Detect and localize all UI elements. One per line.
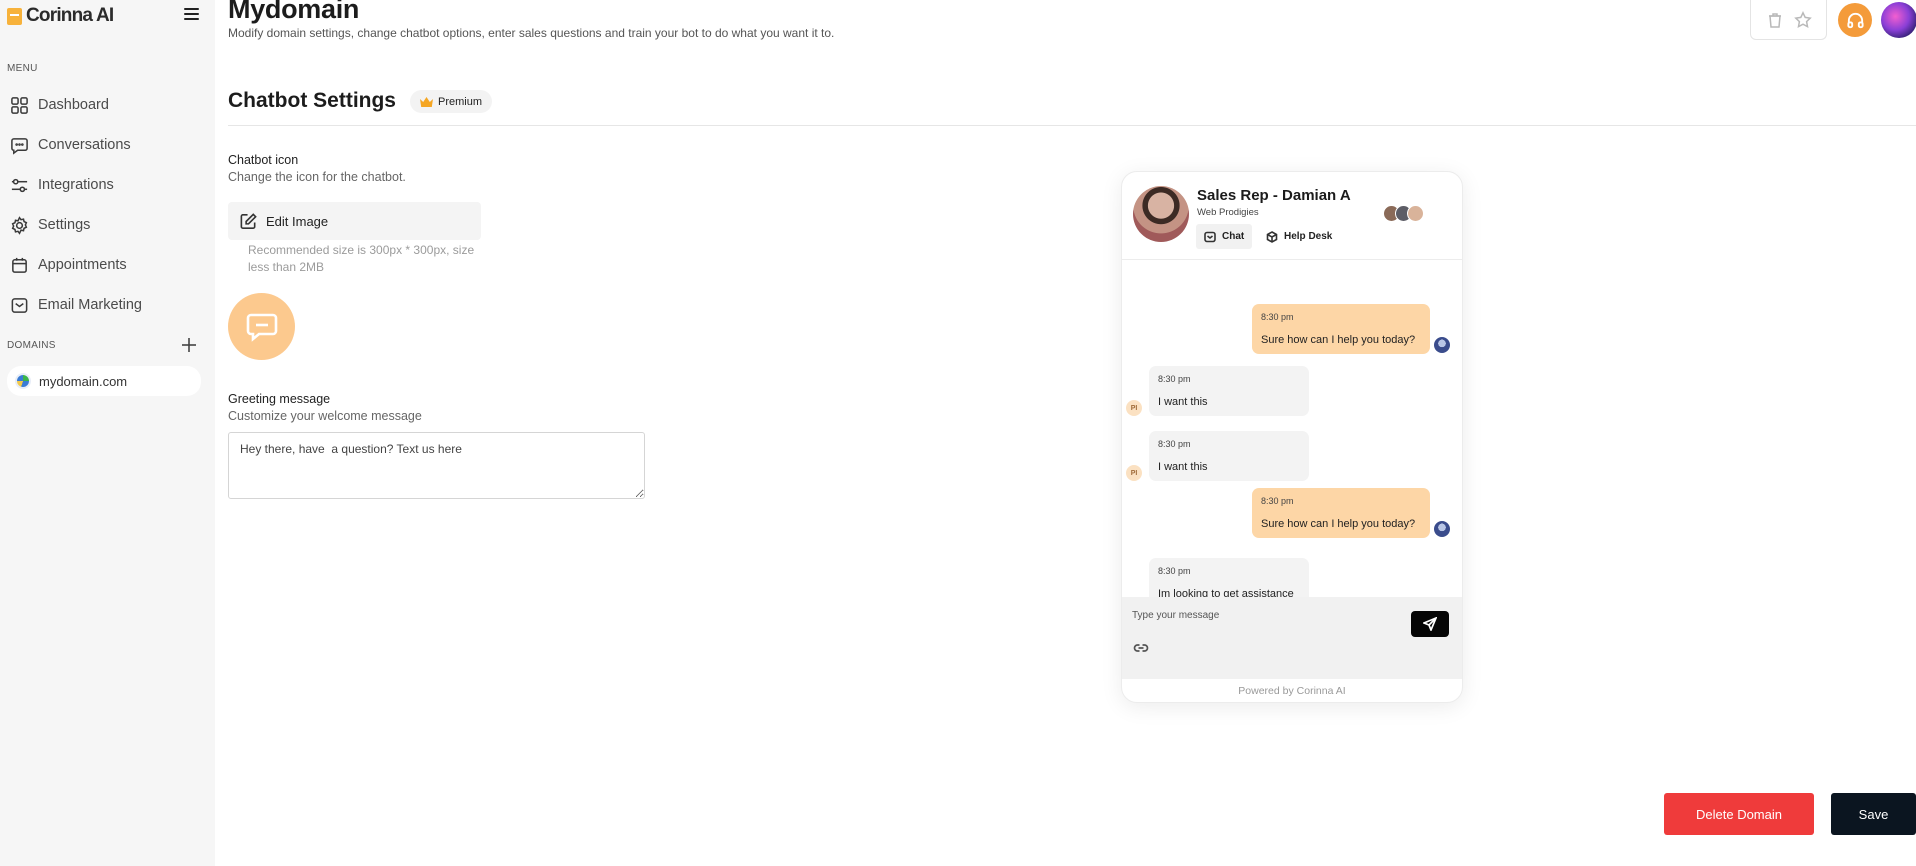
menu-section-label: MENU [7, 63, 38, 74]
mail-icon [1204, 231, 1216, 242]
page-subtitle: Modify domain settings, change chatbot o… [228, 26, 835, 40]
gear-icon [11, 215, 28, 235]
header-toolbar [1750, 0, 1827, 40]
chatbot-bubble-icon [246, 313, 277, 342]
edit-image-label: Edit Image [266, 213, 329, 229]
sliders-icon [11, 178, 28, 192]
tab-chat[interactable]: Chat [1196, 224, 1253, 249]
message-time: 8:30 pm [1158, 439, 1191, 449]
powered-by: Powered by Corinna AI [1238, 685, 1346, 697]
tab-label: Chat [1222, 231, 1245, 242]
domain-item[interactable]: mydomain.com [7, 366, 201, 396]
chatbot-icon-help: Change the icon for the chatbot. [228, 170, 406, 184]
domain-item-label: mydomain.com [39, 373, 128, 389]
message-time: 8:30 pm [1261, 496, 1294, 506]
brand-name: Corinna AI [26, 5, 114, 26]
message-bubble-user: 8:30 pm Im looking to get assistance [1149, 558, 1309, 597]
sidebar-item-label: Appointments [38, 257, 127, 273]
agent-avatar [1133, 186, 1189, 242]
message-composer: Type your message [1122, 597, 1462, 679]
team-avatar [1407, 205, 1424, 222]
sidebar-item-label: Dashboard [38, 97, 109, 113]
sidebar-item-label: Integrations [38, 177, 114, 193]
message-text: Sure how can I help you today? [1261, 334, 1416, 346]
team-avatars [1383, 205, 1424, 222]
message-bubble-user: 8:30 pm I want this [1149, 431, 1309, 481]
tab-help-desk[interactable]: Help Desk [1258, 224, 1340, 249]
message-time: 8:30 pm [1158, 374, 1191, 384]
message-bubble-bot: 8:30 pm Sure how can I help you today? [1252, 488, 1430, 538]
user-mini-avatar: PI [1126, 465, 1142, 481]
edit-image-button[interactable]: Edit Image [228, 202, 481, 240]
chat-preview: Sales Rep - Damian A Web Prodigies Chat … [1121, 171, 1463, 703]
domain-globe-icon [15, 373, 31, 389]
support-button[interactable] [1838, 3, 1872, 37]
size-note: Recommended size is 300px * 300px, size … [248, 243, 475, 274]
user-avatar[interactable] [1881, 2, 1916, 38]
sidebar-item-label: Email Marketing [38, 297, 142, 313]
sidebar: Corinna AI MENU Dashboard Conversations … [0, 0, 215, 866]
menu-toggle-icon[interactable] [183, 6, 201, 22]
message-time: 8:30 pm [1261, 312, 1294, 322]
sidebar-item-appointments[interactable]: Appointments [10, 253, 200, 277]
message-text: I want this [1158, 396, 1208, 408]
message-text: I want this [1158, 461, 1208, 473]
send-icon [1423, 617, 1437, 631]
brand-logo-icon [7, 7, 22, 25]
add-domain-button[interactable] [180, 336, 198, 354]
edit-icon [240, 212, 257, 229]
message-list: 8:30 pm Sure how can I help you today? 8… [1122, 261, 1462, 597]
greeting-label: Greeting message [228, 392, 331, 406]
greeting-help: Customize your welcome message [228, 409, 422, 423]
sidebar-item-email-marketing[interactable]: Email Marketing [10, 293, 200, 317]
sidebar-item-settings[interactable]: Settings [10, 213, 200, 237]
user-mini-avatar: PI [1126, 400, 1142, 416]
premium-badge: Premium [410, 90, 493, 113]
message-text: Im looking to get assistance [1158, 588, 1294, 597]
message-text: Sure how can I help you today? [1261, 518, 1416, 530]
tab-label: Help Desk [1284, 231, 1333, 242]
sidebar-item-dashboard[interactable]: Dashboard [10, 93, 200, 117]
sidebar-item-label: Settings [38, 217, 91, 233]
premium-badge-label: Premium [438, 95, 483, 108]
page-title: Mydomain [228, 0, 360, 24]
agent-name: Sales Rep - Damian A [1197, 187, 1351, 204]
mail-icon [11, 297, 28, 313]
chatbot-icon-preview [228, 293, 295, 360]
domains-section-label: DOMAINS [7, 340, 56, 351]
chat-icon [11, 137, 28, 155]
brand[interactable]: Corinna AI [7, 4, 114, 28]
chatbot-icon-label: Chatbot icon [228, 153, 299, 167]
message-bubble-user: 8:30 pm I want this [1149, 366, 1309, 416]
section-title: Chatbot Settings [228, 89, 396, 112]
sidebar-item-integrations[interactable]: Integrations [10, 173, 200, 197]
crown-icon [420, 96, 433, 107]
message-time: 8:30 pm [1158, 566, 1191, 576]
section-divider [228, 125, 1916, 126]
send-button[interactable] [1411, 611, 1449, 637]
message-input[interactable]: Type your message [1132, 610, 1219, 621]
star-icon[interactable] [1793, 10, 1812, 29]
plus-icon [182, 338, 196, 352]
sidebar-item-conversations[interactable]: Conversations [10, 133, 200, 157]
calendar-icon [12, 257, 27, 273]
agent-company: Web Prodigies [1197, 207, 1259, 218]
bot-avatar [1434, 521, 1450, 537]
save-button[interactable]: Save [1831, 793, 1916, 835]
delete-domain-button[interactable]: Delete Domain [1664, 793, 1814, 835]
trash-icon[interactable] [1766, 11, 1784, 29]
bot-avatar [1434, 337, 1450, 353]
message-bubble-bot: 8:30 pm Sure how can I help you today? [1252, 304, 1430, 354]
dashboard-icon [11, 96, 28, 114]
box-icon [1266, 230, 1278, 243]
sidebar-item-label: Conversations [38, 137, 131, 153]
headphones-icon [1846, 12, 1864, 28]
link-icon[interactable] [1133, 640, 1149, 656]
chat-header: Sales Rep - Damian A Web Prodigies Chat … [1122, 172, 1462, 260]
greeting-message-input[interactable]: Hey there, have a question? Text us here [228, 432, 645, 499]
